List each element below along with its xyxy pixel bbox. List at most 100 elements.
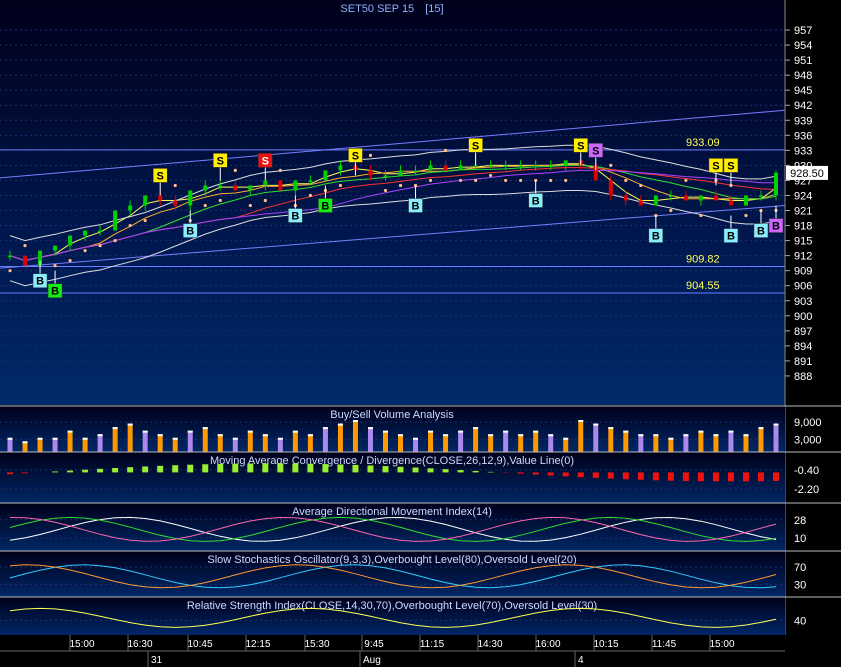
- volume-bar-cap: [473, 427, 479, 430]
- price-tick-label: 912: [794, 251, 812, 263]
- level-label: 933.09: [686, 137, 720, 149]
- signal-label: S: [577, 140, 584, 152]
- chart-title: SET50 SEP 15 [15]: [340, 3, 443, 15]
- sar-dot: [639, 183, 643, 188]
- candle-body: [323, 170, 328, 181]
- sar-dot: [263, 198, 267, 203]
- price-tick-label: 903: [794, 296, 812, 308]
- volume-bar: [52, 437, 58, 452]
- volume-bar-cap: [698, 430, 704, 433]
- volume-bar: [217, 434, 223, 452]
- volume-bar: [337, 423, 343, 452]
- candle-body: [563, 160, 568, 166]
- volume-bar-cap: [277, 437, 283, 440]
- volume-bar: [352, 420, 358, 452]
- volume-bar: [187, 430, 193, 452]
- time-tick-label: 14:30: [477, 639, 502, 650]
- signal-label: S: [712, 160, 719, 172]
- volume-bar-cap: [623, 430, 629, 433]
- price-tick-label: 888: [794, 371, 812, 383]
- sar-dot: [53, 264, 57, 268]
- time-tick-label: 15:30: [304, 639, 329, 650]
- volume-bar-cap: [97, 434, 103, 437]
- signal-label: S: [352, 150, 359, 162]
- sar-dot: [669, 208, 673, 213]
- sar-dot: [368, 153, 373, 157]
- time-tick-label: 9:45: [364, 639, 384, 650]
- volume-bar: [37, 437, 43, 452]
- candle-body: [428, 165, 433, 171]
- sar-dot: [8, 269, 12, 273]
- volume-bar: [157, 434, 163, 452]
- volume-bar-cap: [7, 437, 13, 440]
- time-tick-label: 10:45: [187, 639, 212, 650]
- price-tick-label: 909: [794, 266, 812, 278]
- indicator-tick-label: 28: [794, 515, 806, 527]
- candle-body: [473, 165, 478, 167]
- candle-body: [173, 200, 178, 206]
- volume-bar-cap: [668, 437, 674, 440]
- volume-bar-cap: [142, 430, 148, 433]
- volume-bar: [533, 430, 539, 452]
- price-tick-label: 942: [794, 100, 812, 112]
- sar-dot: [443, 148, 448, 152]
- candle-body: [68, 235, 73, 246]
- volume-bar: [82, 437, 88, 452]
- signal-label: B: [727, 231, 735, 243]
- signal-label: B: [186, 226, 194, 238]
- candle-body: [218, 185, 223, 187]
- date-tick-label: Aug: [363, 655, 381, 666]
- volume-bar: [307, 434, 313, 452]
- candle-body: [713, 195, 718, 201]
- candle-body: [653, 195, 658, 206]
- volume-bar: [262, 434, 268, 452]
- sar-dot: [278, 168, 282, 173]
- volume-bar: [428, 430, 434, 452]
- volume-bar: [758, 427, 764, 452]
- volume-bar-cap: [82, 437, 88, 440]
- volume-bar: [398, 434, 404, 452]
- volume-bar-cap: [518, 434, 524, 437]
- candle-body: [638, 200, 643, 206]
- sar-dot: [624, 178, 628, 183]
- candle-body: [113, 210, 118, 231]
- sar-dot: [338, 183, 343, 188]
- signal-label: B: [772, 221, 780, 233]
- volume-bar: [232, 437, 238, 452]
- signal-label: S: [217, 155, 224, 167]
- sar-dot: [549, 178, 553, 183]
- price-tick-label: 924: [794, 190, 812, 202]
- volume-bar-cap: [307, 434, 313, 437]
- price-tick-label: 945: [794, 85, 812, 97]
- volume-bar-cap: [262, 434, 268, 437]
- indicator-tick-label: -2.20: [794, 484, 819, 496]
- volume-bar: [503, 430, 509, 452]
- price-tick-label: 948: [794, 70, 812, 82]
- volume-bar-cap: [67, 430, 73, 433]
- candle-body: [203, 185, 208, 191]
- volume-bar-cap: [232, 437, 238, 440]
- volume-bar: [7, 437, 13, 452]
- volume-bar: [413, 437, 419, 452]
- volume-bar: [728, 430, 734, 452]
- sar-dot: [23, 244, 27, 248]
- volume-bar-cap: [382, 430, 388, 433]
- volume-bar-cap: [758, 427, 764, 430]
- volume-bar-cap: [653, 434, 659, 437]
- candle-body: [53, 245, 58, 251]
- indicator-tick-label: 70: [794, 562, 806, 574]
- candle-body: [683, 195, 688, 201]
- candle-body: [308, 180, 313, 182]
- volume-bar-cap: [743, 434, 749, 437]
- volume-bar-cap: [443, 434, 449, 437]
- volume-bar: [593, 423, 599, 452]
- candle-body: [668, 195, 673, 197]
- price-tick-label: 939: [794, 115, 812, 127]
- volume-bar-cap: [458, 430, 464, 433]
- price-tick-label: 936: [794, 130, 812, 142]
- candle-body: [98, 230, 103, 233]
- volume-bar-cap: [112, 427, 118, 430]
- sar-dot: [428, 178, 433, 183]
- candle-body: [518, 165, 523, 167]
- volume-bar: [653, 434, 659, 452]
